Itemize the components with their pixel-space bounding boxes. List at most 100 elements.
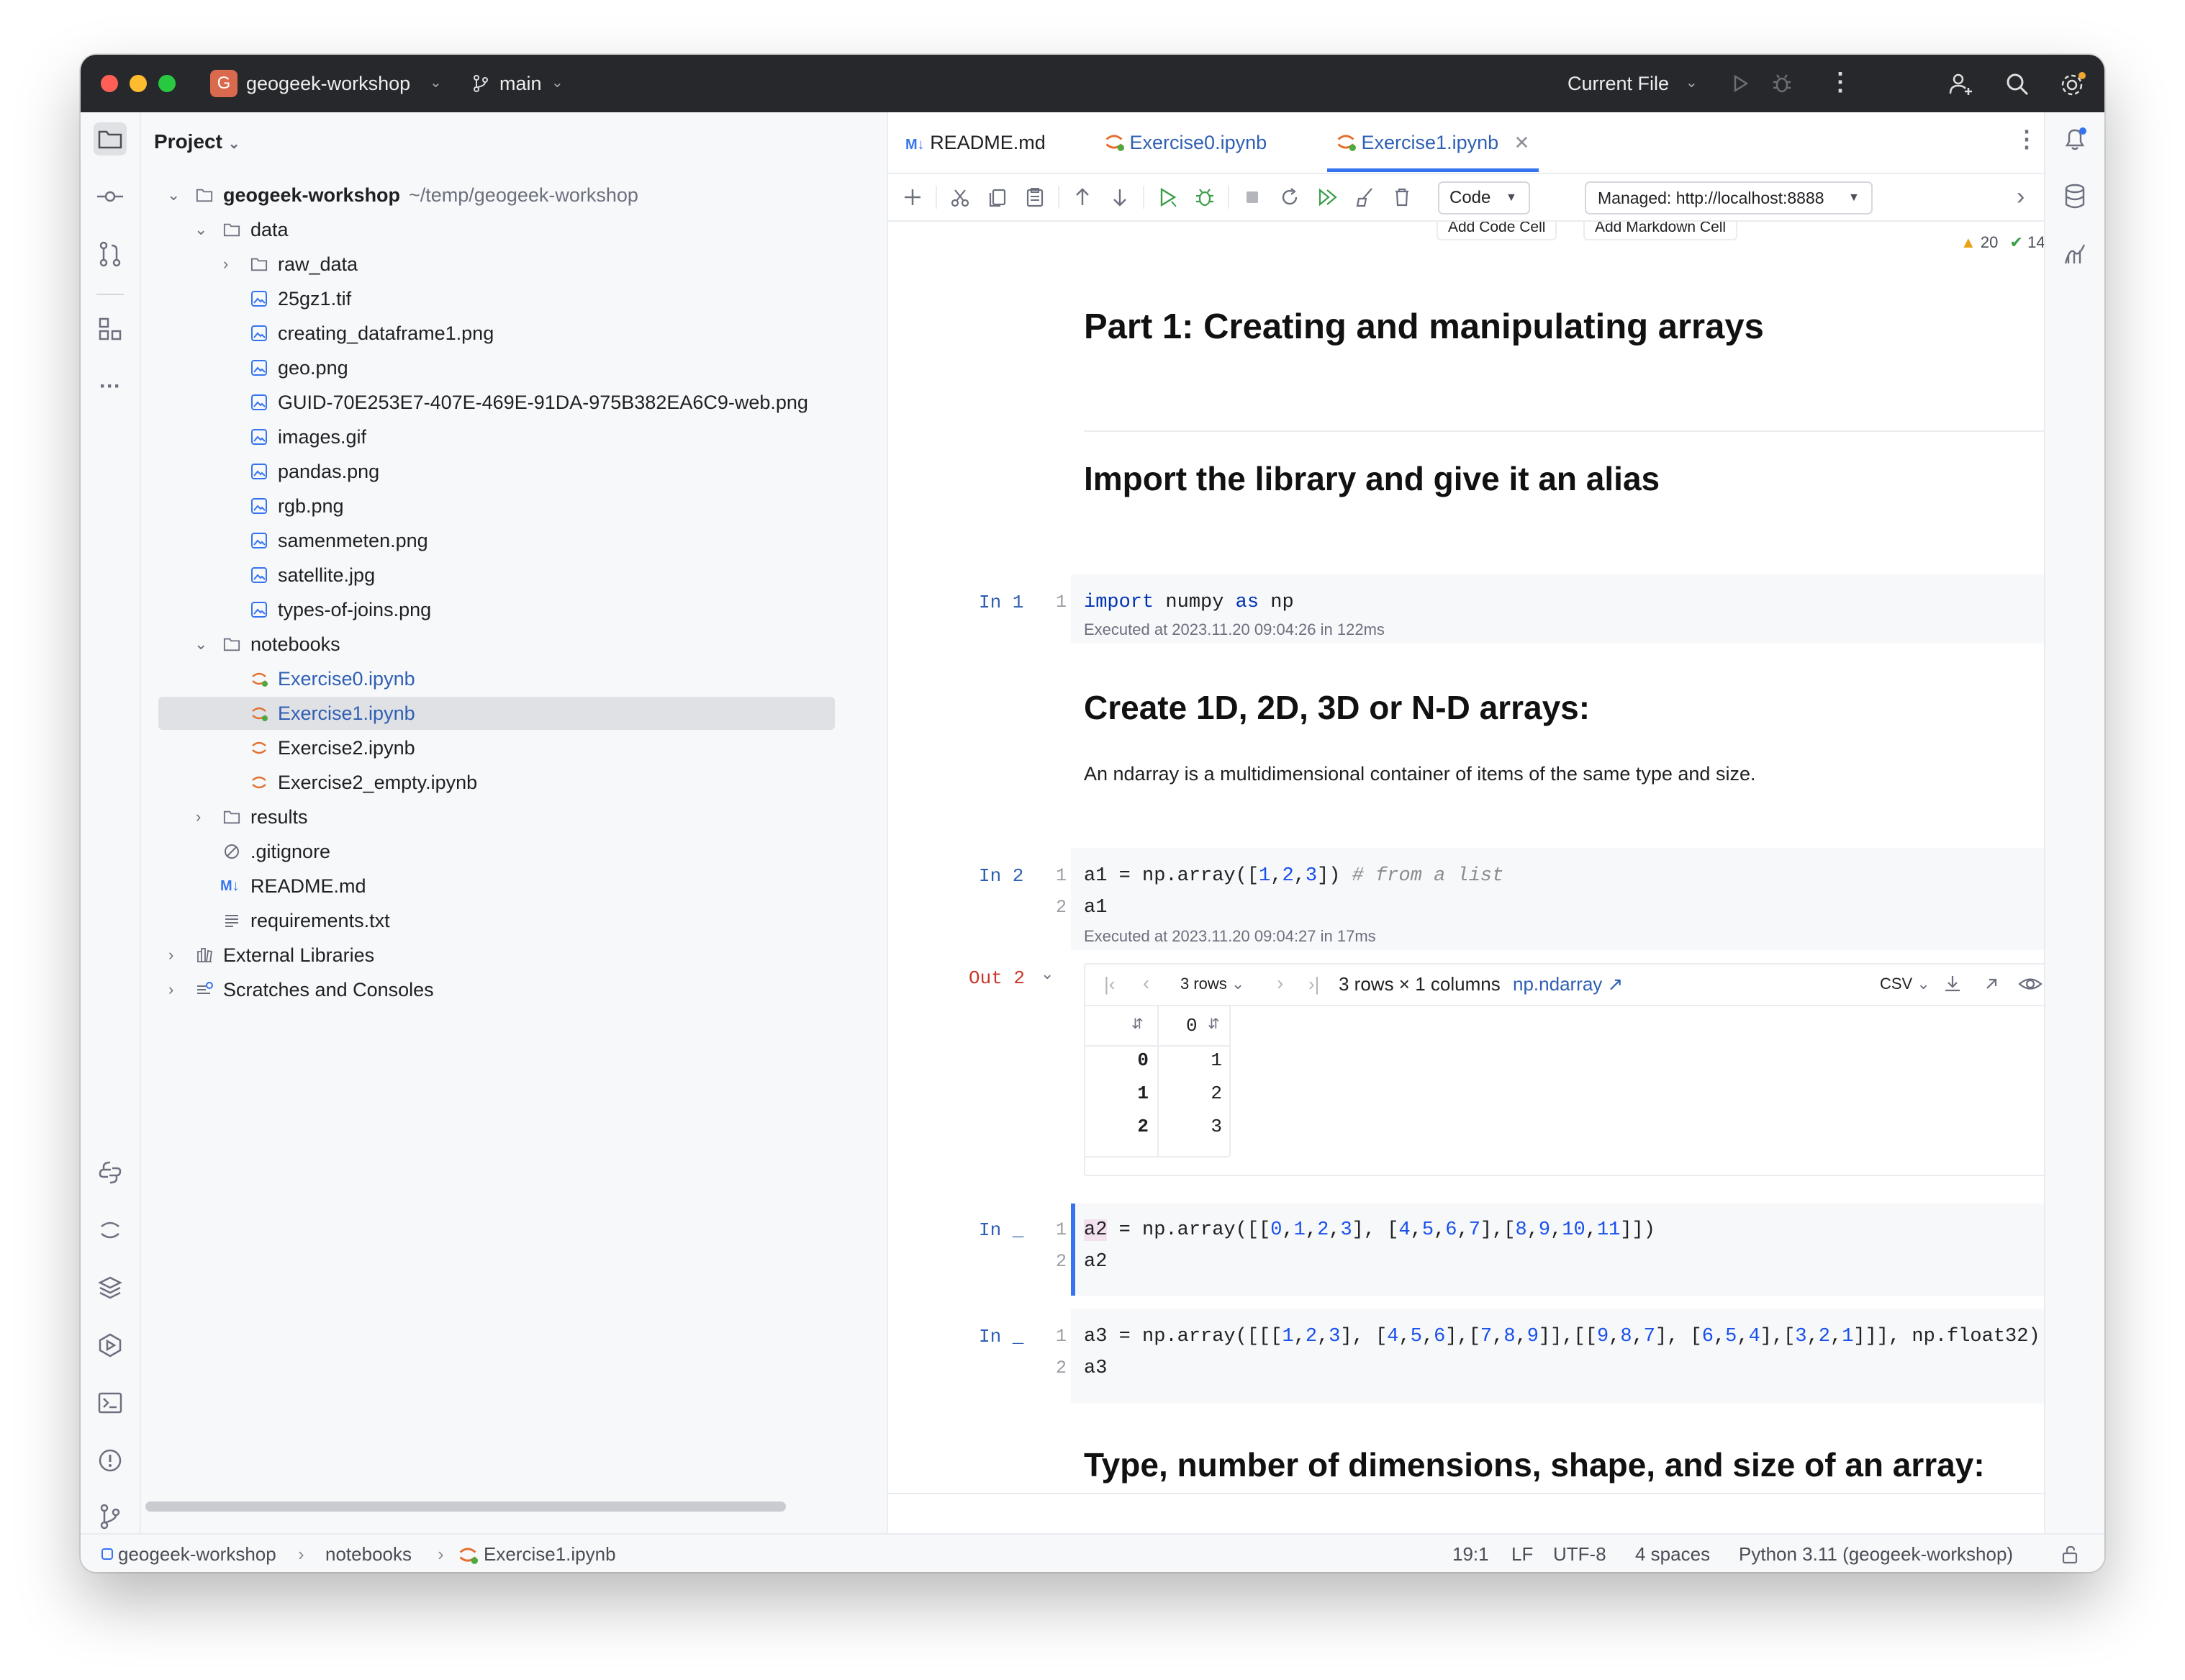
more-tools-icon[interactable]: ··· [94,370,127,403]
toolbar-overflow-icon[interactable]: › [2017,183,2025,211]
debug-cell-icon[interactable] [1190,183,1219,212]
tree-item-file[interactable]: Exercise0.ipynb [141,662,882,695]
tree-item-file[interactable]: types-of-joins.png [141,593,882,626]
code-cell-3-selected[interactable] [1071,1203,2045,1296]
close-window-button[interactable] [101,75,118,92]
project-panel-title[interactable]: Project ⌄ [154,125,240,158]
code-line[interactable]: a1 = np.array([1,2,3]) # from a list [1084,865,1503,887]
python-packages-tool-button[interactable] [94,1156,127,1189]
tree-item-file[interactable]: satellite.jpg [141,559,882,592]
code-line[interactable]: a2 [1084,1251,1107,1273]
settings-gear-icon[interactable] [2058,71,2087,99]
table-cell[interactable]: 1 [1157,1049,1222,1071]
tree-item-file[interactable]: Exercise2_empty.ipynb [141,766,882,799]
git-tool-button[interactable] [94,1500,127,1533]
paste-icon[interactable] [1021,183,1049,212]
move-up-icon[interactable] [1068,183,1097,212]
rows-per-page-select[interactable]: 3 rows ⌄ [1180,975,1244,993]
cut-icon[interactable] [946,183,974,212]
add-markdown-cell-button[interactable]: Add Markdown Cell [1583,222,1738,240]
code-line[interactable]: a2 = np.array([[0,1,2,3], [4,5,6,7],[8,9… [1084,1219,1655,1241]
add-cell-icon[interactable] [898,183,927,212]
python-interpreter[interactable]: Python 3.11 (geogeek-workshop) [1739,1535,2013,1572]
services-tool-button[interactable] [94,1329,127,1362]
delete-cell-icon[interactable] [1388,183,1416,212]
tree-item-raw-data[interactable]: › raw_data [141,248,882,281]
kernel-select[interactable]: Managed: http://localhost:8888 ▼ [1585,181,1873,214]
add-user-icon[interactable] [1948,71,1975,98]
tree-item-file[interactable]: requirements.txt [141,904,882,937]
copy-icon[interactable] [983,183,1012,212]
debug-icon[interactable] [1770,72,1793,95]
cell-type-select[interactable]: Code ▼ [1438,181,1530,214]
database-icon[interactable] [2063,183,2087,210]
tree-item-file[interactable]: creating_dataframe1.png [141,317,882,350]
sciview-icon[interactable] [2063,242,2087,266]
search-icon[interactable] [2004,71,2031,98]
tree-item-file[interactable]: rgb.png [141,489,882,523]
collapse-output-icon[interactable]: ⌄ [1041,965,1054,983]
layers-tool-button[interactable] [94,1271,127,1304]
move-down-icon[interactable] [1105,183,1134,212]
tree-item-file[interactable]: .gitignore [141,835,882,868]
structure-tool-button[interactable] [94,312,127,346]
lock-icon[interactable] [2061,1545,2080,1565]
tree-item-notebooks[interactable]: ⌄ notebooks [141,628,882,661]
tab-exercise1-active[interactable]: Exercise1.ipynb ✕ [1336,112,1529,173]
branch-switcher[interactable]: main ⌄ [471,69,579,98]
close-tab-icon[interactable]: ✕ [1514,132,1530,153]
first-page-icon[interactable]: |‹ [1104,973,1115,995]
next-page-icon[interactable]: › [1277,972,1283,995]
previous-page-icon[interactable]: ‹ [1143,972,1149,995]
tree-item-results[interactable]: › results [141,800,882,834]
index-header-cell[interactable]: ⇵ [1085,1005,1159,1047]
project-tool-button[interactable] [94,122,127,155]
problems-tool-button[interactable] [94,1444,127,1477]
code-cell-4[interactable] [1071,1309,2045,1404]
tab-actions-icon[interactable]: ⋮ [2015,125,2038,153]
run-cell-icon[interactable] [1153,183,1182,212]
restart-kernel-icon[interactable] [1275,183,1304,212]
project-switcher[interactable]: G geogeek-workshop ⌄ [210,69,448,98]
code-line[interactable]: import numpy as np [1084,592,1294,613]
zoom-window-button[interactable] [158,75,176,92]
tree-item-file[interactable]: geo.png [141,351,882,384]
file-encoding[interactable]: UTF-8 [1553,1535,1606,1572]
tree-item-file[interactable]: samenmeten.png [141,524,882,557]
tab-readme[interactable]: M↓ README.md [905,112,1046,173]
tree-item-external-libraries[interactable]: › External Libraries [141,939,882,972]
tree-root-row[interactable]: ⌄ geogeek-workshop ~/temp/geogeek-worksh… [141,179,882,212]
tree-item-file[interactable]: pandas.png [141,455,882,488]
tree-item-file[interactable]: 25gz1.tif [141,282,882,315]
commit-tool-button[interactable] [94,180,127,213]
breadcrumb-folder[interactable]: notebooks [325,1535,412,1572]
column-header-cell[interactable]: 0 ⇵ [1157,1005,1231,1047]
code-line[interactable]: a3 [1084,1358,1107,1379]
download-icon[interactable] [1942,973,1963,995]
more-actions-icon[interactable]: ⋮ [1828,68,1852,96]
export-format-select[interactable]: CSV ⌄ [1880,975,1930,993]
horizontal-scrollbar[interactable] [145,1501,786,1512]
notifications-bell-icon[interactable] [2061,125,2089,153]
tree-item-data[interactable]: ⌄ data [141,213,882,246]
caret-position[interactable]: 19:1 [1452,1535,1489,1572]
last-page-icon[interactable]: ›| [1308,973,1319,995]
indent-setting[interactable]: 4 spaces [1635,1535,1710,1572]
tree-item-file[interactable]: M↓ README.md [141,870,882,903]
code-line[interactable]: a3 = np.array([[[1,2,3], [4,5,6],[7,8,9]… [1084,1326,2040,1347]
jupyter-tool-button[interactable] [94,1214,127,1247]
tree-item-file[interactable]: GUID-70E253E7-407E-469E-91DA-975B382EA6C… [141,386,882,419]
table-cell[interactable]: 2 [1157,1083,1222,1104]
table-cell[interactable]: 3 [1157,1116,1222,1137]
add-code-cell-button[interactable]: Add Code Cell [1437,222,1557,240]
run-icon[interactable] [1729,72,1752,95]
tree-item-scratches[interactable]: › Scratches and Consoles [141,973,882,1006]
run-config-selector[interactable]: Current File ⌄ [1568,69,1711,98]
clear-outputs-icon[interactable] [1350,183,1379,212]
type-link[interactable]: np.ndarray ↗ [1513,973,1623,995]
tree-item-file[interactable]: images.gif [141,420,882,453]
breadcrumb-file[interactable]: Exercise1.ipynb [484,1535,616,1572]
inspections-widget[interactable]: ▲ 20 ✔ 14 ⌃ ⌄ [1960,232,2045,253]
eye-icon[interactable] [2018,973,2042,995]
breadcrumb-project[interactable]: geogeek-workshop [118,1535,276,1572]
